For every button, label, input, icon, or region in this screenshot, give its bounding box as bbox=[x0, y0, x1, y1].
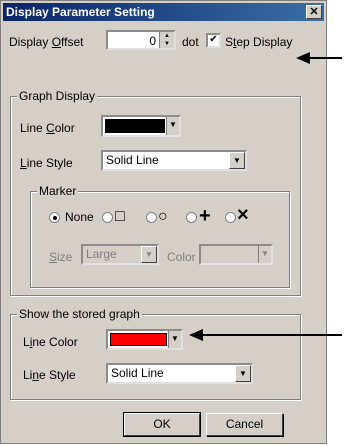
dialog-window: Display Parameter Setting ✕ Display Offs… bbox=[0, 0, 327, 444]
line-color-picker[interactable]: ▼ bbox=[101, 115, 181, 137]
marker-size-select[interactable]: Large ▼ bbox=[81, 244, 159, 265]
step-display-label: Step Display bbox=[225, 35, 293, 49]
chevron-down-icon[interactable]: ▼ bbox=[235, 365, 251, 382]
graph-display-legend: Graph Display bbox=[17, 89, 98, 103]
line-style-value: Solid Line bbox=[106, 153, 159, 167]
dropdown-arrow-icon[interactable]: ▼ bbox=[168, 331, 181, 348]
marker-cross-radio[interactable] bbox=[225, 212, 236, 223]
line-style-select[interactable]: Solid Line ▼ bbox=[101, 150, 247, 171]
stored-line-color-swatch bbox=[110, 333, 167, 346]
spinner-buttons[interactable]: ▲ ▼ bbox=[159, 32, 174, 48]
stored-line-style-value: Solid Line bbox=[111, 366, 164, 380]
ok-button[interactable]: OK bbox=[123, 412, 201, 437]
marker-square-radio[interactable] bbox=[102, 212, 113, 223]
close-button[interactable]: ✕ bbox=[306, 5, 322, 19]
marker-none-label: None bbox=[65, 210, 94, 224]
stored-line-color-picker[interactable]: ▼ bbox=[106, 329, 183, 350]
offset-unit-label: dot bbox=[182, 35, 199, 49]
dropdown-arrow-icon[interactable]: ▼ bbox=[166, 117, 179, 135]
marker-size-value: Large bbox=[86, 247, 117, 261]
stored-graph-group: Show the stored graph bbox=[10, 307, 301, 400]
spin-up-icon: ▲ bbox=[164, 33, 170, 39]
window-title: Display Parameter Setting bbox=[6, 5, 155, 19]
close-icon: ✕ bbox=[309, 6, 319, 18]
cancel-button[interactable]: Cancel bbox=[206, 413, 283, 436]
marker-plus-radio[interactable] bbox=[186, 212, 197, 223]
display-offset-spinner[interactable]: 0 ▲ ▼ bbox=[106, 30, 176, 50]
marker-size-label: Size bbox=[49, 250, 73, 264]
dropdown-arrow-icon[interactable]: ▼ bbox=[258, 246, 271, 263]
stored-line-style-label: Line Style bbox=[23, 368, 76, 382]
stored-line-style-select[interactable]: Solid Line ▼ bbox=[106, 363, 253, 384]
marker-group: Marker bbox=[30, 184, 290, 288]
marker-color-picker[interactable]: ▼ bbox=[199, 244, 273, 265]
marker-circle-radio[interactable] bbox=[146, 212, 157, 223]
cross-icon: × bbox=[237, 204, 249, 226]
circle-icon: ○ bbox=[158, 208, 168, 225]
checkmark-icon: ✔ bbox=[209, 34, 218, 45]
stored-graph-legend: Show the stored graph bbox=[17, 307, 142, 321]
marker-none-radio[interactable] bbox=[49, 212, 60, 223]
stored-line-color-label: Line Color bbox=[23, 335, 78, 349]
plus-icon: + bbox=[199, 205, 211, 227]
chevron-down-icon[interactable]: ▼ bbox=[141, 246, 157, 263]
marker-color-label: Color bbox=[167, 250, 196, 264]
line-color-label: Line Color bbox=[20, 121, 75, 135]
square-icon: □ bbox=[115, 208, 125, 225]
title-bar: Display Parameter Setting ✕ bbox=[3, 3, 324, 21]
chevron-down-icon[interactable]: ▼ bbox=[229, 152, 245, 169]
spin-down-icon: ▼ bbox=[164, 41, 170, 47]
display-offset-value: 0 bbox=[149, 34, 156, 48]
step-display-checkbox[interactable]: ✔ bbox=[206, 33, 221, 48]
line-style-label: Line Style bbox=[20, 156, 73, 170]
line-color-swatch bbox=[105, 119, 165, 133]
display-offset-label: Display Offset bbox=[9, 35, 84, 49]
annotation-arrow-line bbox=[201, 334, 342, 336]
marker-legend: Marker bbox=[37, 184, 79, 198]
annotation-arrow-line bbox=[308, 57, 342, 59]
